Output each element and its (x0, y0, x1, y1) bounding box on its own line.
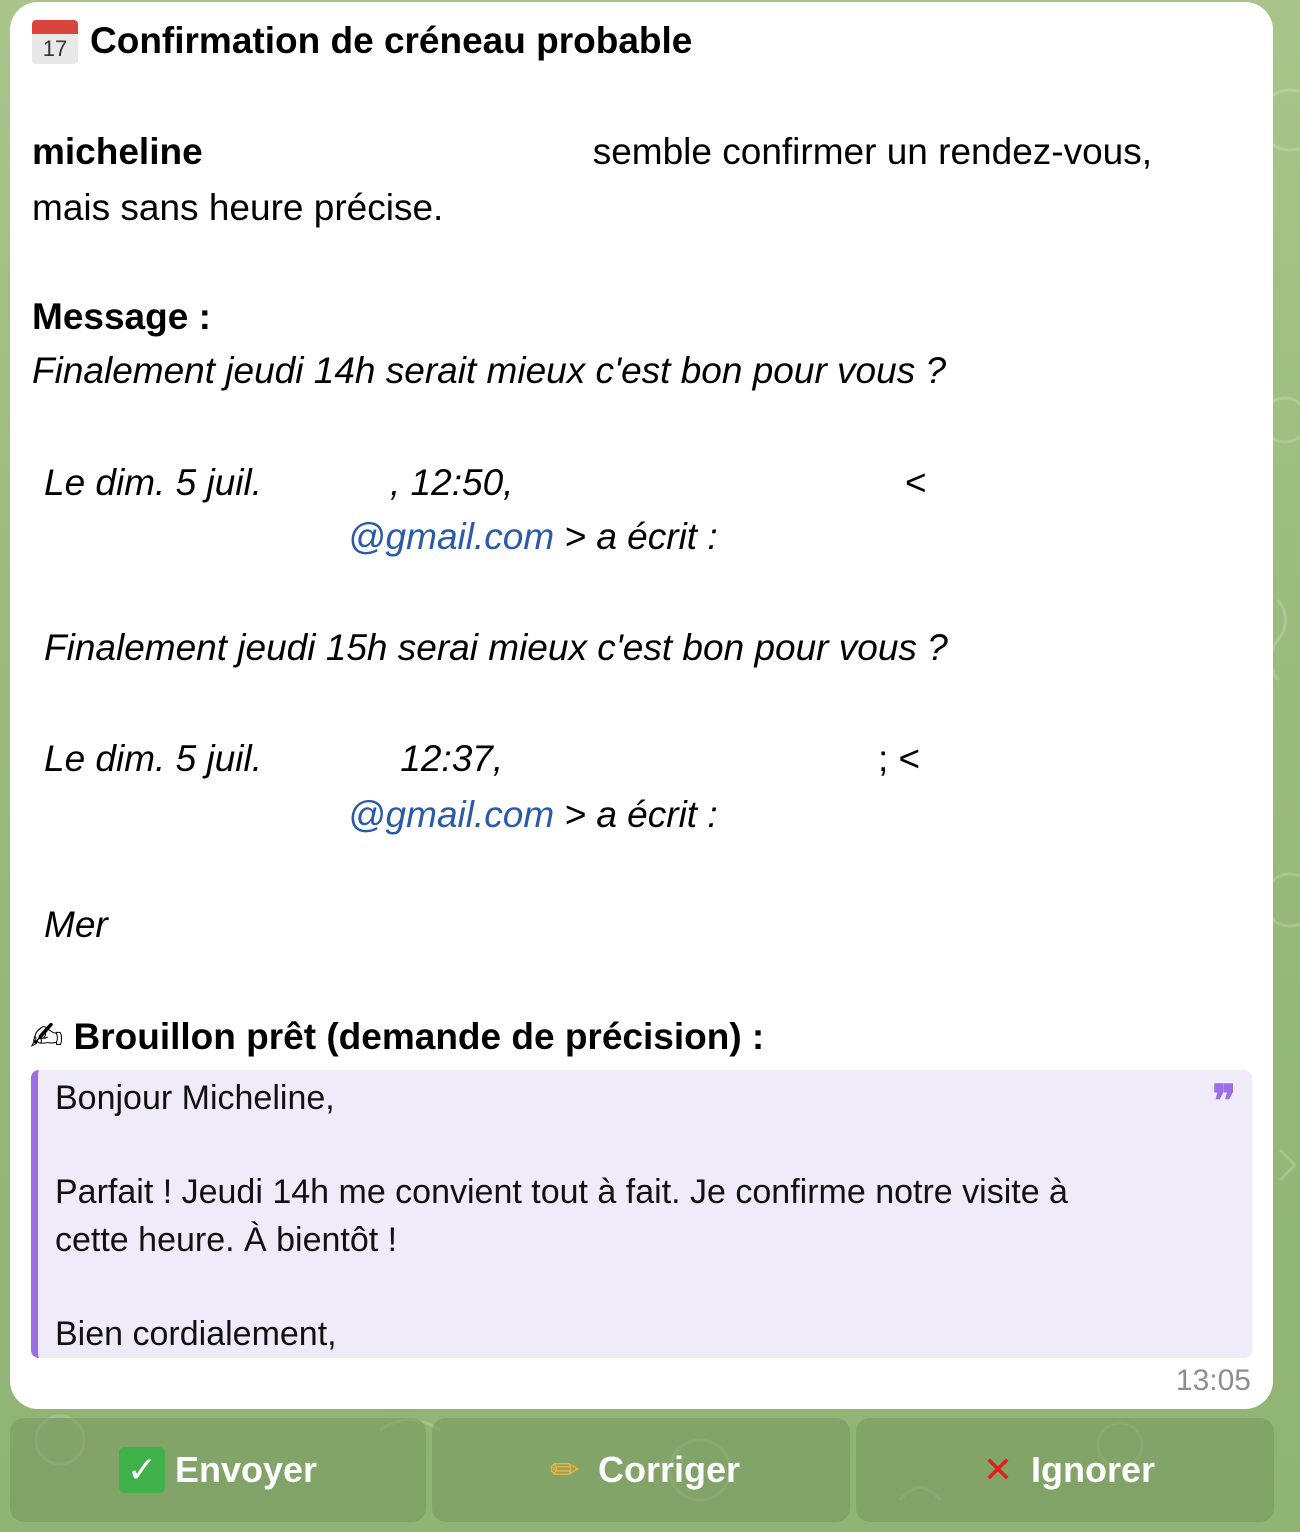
quote-wrote: > a écrit : (554, 794, 718, 835)
draft-quote-block[interactable]: ❞ Bonjour Micheline, Parfait ! Jeudi 14h… (31, 1070, 1252, 1358)
email-link[interactable]: @gmail.com (348, 794, 554, 835)
quote-header-lt: ; < (878, 738, 921, 779)
send-button[interactable]: ✓ Envoyer (10, 1418, 426, 1522)
intro-line-2: mais sans heure précise. (32, 187, 444, 228)
ignore-button-label: Ignorer (1030, 1449, 1155, 1490)
message-label: Message : (32, 296, 211, 337)
message-title: Confirmation de créneau probable (90, 20, 693, 61)
quote-header-time: , 12:50, (390, 462, 514, 503)
quote-header-time: 12:37, (390, 738, 504, 779)
calendar-icon: 17 (32, 18, 78, 64)
edit-button[interactable]: ✏ Corriger (432, 1418, 850, 1522)
draft-line-1: Parfait ! Jeudi 14h me convient tout à f… (55, 1173, 1068, 1211)
message-bubble: 17 Confirmation de créneau probable mich… (10, 2, 1273, 1409)
draft-greeting: Bonjour Micheline, (55, 1079, 335, 1117)
quote-header-start: Le dim. 5 juil. (44, 462, 262, 503)
check-mark-icon: ✓ (118, 1447, 165, 1493)
contact-name: micheline (32, 131, 203, 172)
quote-wrote: > a écrit : (554, 516, 718, 557)
draft-title: Brouillon prêt (demande de précision) : (73, 1016, 765, 1057)
message-body: Finalement jeudi 14h serait mieux c'est … (32, 350, 947, 391)
draft-closing: Bien cordialement, (55, 1315, 337, 1353)
draft-line-2: cette heure. À bientôt ! (55, 1221, 398, 1259)
quote-body: Mer (44, 904, 108, 945)
message-timestamp: 13:05 (1175, 1364, 1251, 1397)
send-button-label: Envoyer (174, 1449, 318, 1490)
quote-email-line: @gmail.com > a écrit : (348, 516, 718, 558)
calendar-date: 17 (32, 34, 78, 64)
writing-hand-icon: ✍ (30, 1015, 64, 1059)
edit-button-label: Corriger (597, 1449, 741, 1490)
pencil-icon: ✏ (549, 1449, 581, 1490)
quote-header-start: Le dim. 5 juil. (44, 738, 262, 779)
quote-email-line: @gmail.com > a écrit : (348, 794, 718, 836)
ignore-button[interactable]: ✕ Ignorer (856, 1418, 1274, 1522)
quote-header-lt: < (905, 462, 927, 503)
cross-mark-icon: ✕ (982, 1449, 1014, 1490)
draft-header: ✍ Brouillon prêt (demande de précision) … (30, 1014, 764, 1060)
quote-body: Finalement jeudi 15h serai mieux c'est b… (44, 627, 948, 668)
email-link[interactable]: @gmail.com (348, 516, 554, 557)
intro-text: micheline semble confirmer un rendez-vous… (32, 124, 1247, 236)
intro-text-end: semble confirmer un rendez-vous, (592, 131, 1153, 172)
message-header: 17 Confirmation de créneau probable (32, 18, 692, 64)
quote-icon: ❞ (1212, 1076, 1236, 1127)
